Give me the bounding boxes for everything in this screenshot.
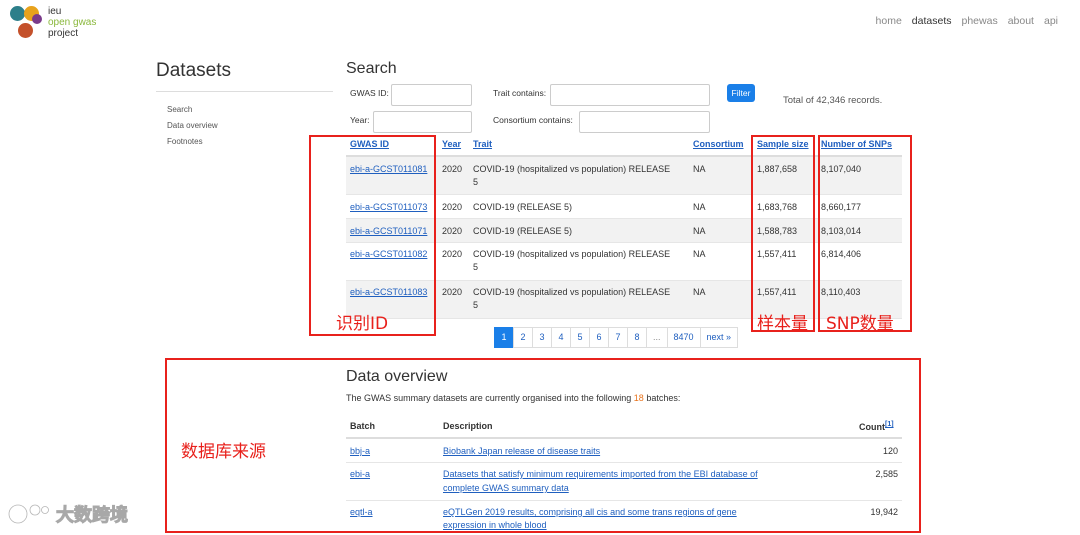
trait-cell: COVID-19 (RELEASE 5) [473,226,573,236]
consortium-label: Consortium contains: [493,115,573,125]
watermark: 大数跨境 [8,501,129,527]
annotation-label-sample: 样本量 [757,314,808,334]
trait-cell: COVID-19 (hospitalized vs population) RE… [473,164,671,174]
annotation-box-snp [818,135,912,332]
trait-cell-wrap: 5 [473,300,479,310]
filter-button[interactable]: Filter [727,84,755,102]
trait-label: Trait contains: [493,88,547,98]
year-cell: 2020 [442,164,463,174]
page-6[interactable]: 6 [589,327,609,348]
year-cell: 2020 [442,287,463,297]
nav-phewas[interactable]: phewas [962,15,998,27]
year-cell: 2020 [442,226,463,236]
page-5[interactable]: 5 [570,327,590,348]
gwas-id-label: GWAS ID: [350,88,389,98]
consortium-cell: NA [693,287,706,297]
trait-input[interactable] [550,84,710,106]
consortium-input[interactable] [579,111,710,133]
year-cell: 2020 [442,249,463,259]
annotation-label-source: 数据库来源 [181,442,266,462]
page-last[interactable]: 8470 [666,327,701,348]
annotation-box-sample [751,135,815,332]
trait-cell: COVID-19 (hospitalized vs population) RE… [473,287,671,297]
page-8[interactable]: 8 [627,327,647,348]
year-cell: 2020 [442,202,463,212]
page-7[interactable]: 7 [608,327,628,348]
page-2[interactable]: 2 [513,327,533,348]
next-page-button[interactable]: next » [699,327,739,348]
search-title: Search [346,60,397,77]
brand-line-3: project [48,28,79,39]
trait-cell-wrap: 5 [473,177,479,187]
nav-datasets[interactable]: datasets [912,15,952,27]
nav-about[interactable]: about [1008,15,1034,27]
trait-cell: COVID-19 (RELEASE 5) [473,202,573,212]
side-nav-footnotes[interactable]: Footnotes [167,134,218,150]
consortium-cell: NA [693,202,706,212]
side-nav: Search Data overview Footnotes [167,102,218,150]
total-records: Total of 42,346 records. [783,95,883,106]
brand-line-1: ieu [48,6,62,17]
watermark-text: 大数跨境 [56,505,129,527]
gwas-id-input[interactable] [391,84,472,106]
divider [156,91,333,92]
annotation-box-id [309,135,436,336]
side-nav-data-overview[interactable]: Data overview [167,118,218,134]
nav-api[interactable]: api [1044,15,1058,27]
page-title: Datasets [156,60,231,81]
page-ellipsis: ... [646,327,668,348]
col-trait[interactable]: Trait [473,139,492,149]
page-4[interactable]: 4 [551,327,571,348]
trait-cell-wrap: 5 [473,262,479,272]
watermark-logo-icon [8,503,50,525]
col-year[interactable]: Year [442,139,461,149]
page-1[interactable]: 1 [494,327,514,348]
nav-home[interactable]: home [876,15,902,27]
consortium-cell: NA [693,226,706,236]
brand-logo[interactable]: ieu open gwas project [10,6,120,40]
consortium-cell: NA [693,164,706,174]
side-nav-search[interactable]: Search [167,102,218,118]
pagination: 1 2 3 4 5 6 7 8 ... 8470 next » [494,327,739,348]
year-input[interactable] [373,111,472,133]
col-consortium[interactable]: Consortium [693,139,744,149]
annotation-label-id: 识别ID [336,314,389,334]
logo-icon [10,6,48,40]
brand-line-2: open gwas [48,17,97,28]
consortium-cell: NA [693,249,706,259]
top-nav: home datasets phewas about api [876,15,1058,27]
annotation-label-snp: SNP数量 [826,314,894,334]
trait-cell: COVID-19 (hospitalized vs population) RE… [473,249,671,259]
year-label: Year: [350,115,370,125]
page-3[interactable]: 3 [532,327,552,348]
annotation-box-source [165,358,921,533]
